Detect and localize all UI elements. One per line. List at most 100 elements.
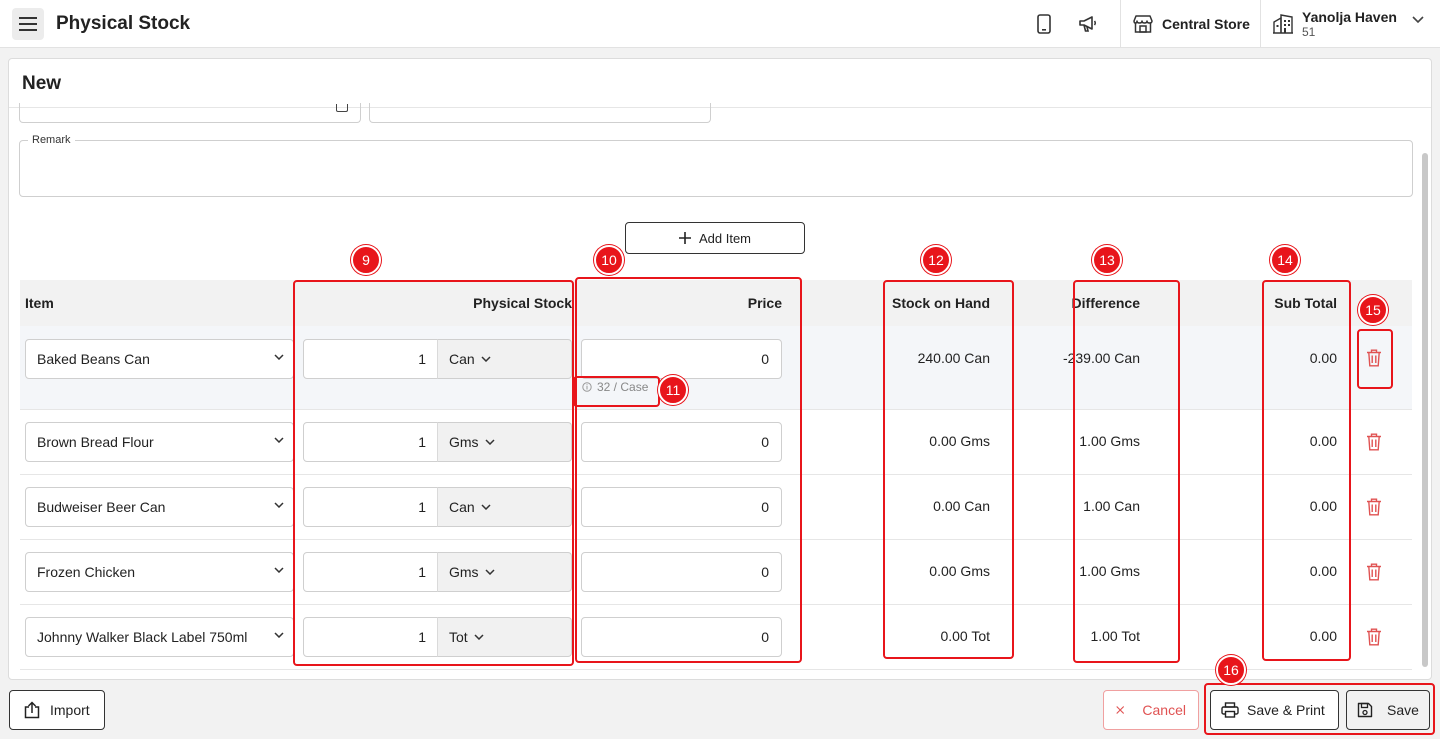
chevron-down-icon — [474, 634, 484, 640]
chevron-down-icon — [274, 567, 284, 573]
save-print-button[interactable]: Save & Print — [1210, 690, 1339, 730]
save-button[interactable]: Save — [1346, 690, 1430, 730]
chevron-down-icon — [485, 569, 495, 575]
item-select[interactable]: Baked Beans Can — [25, 339, 294, 379]
price-input[interactable]: 0 — [581, 617, 782, 657]
info-icon — [582, 382, 592, 392]
cancel-label: Cancel — [1142, 702, 1186, 718]
add-item-button[interactable]: Add Item — [625, 222, 805, 254]
table-row: Budweiser Beer Can 1 Can 0 0.00 Can 1.00… — [20, 475, 1412, 540]
announcement-button[interactable] — [1077, 13, 1099, 35]
table-header: Item Physical Stock Price Stock on Hand … — [20, 280, 1412, 326]
item-select[interactable]: Johnny Walker Black Label 750ml — [25, 617, 294, 657]
column-price: Price — [747, 295, 782, 311]
chevron-down-icon — [274, 632, 284, 638]
property-id: 51 — [1302, 25, 1316, 39]
building-icon — [1273, 14, 1293, 34]
column-physical-stock: Physical Stock — [473, 295, 572, 311]
table-row: Johnny Walker Black Label 750ml 1 Tot 0 … — [20, 605, 1412, 670]
unit-select[interactable]: Can — [437, 339, 572, 379]
property-selector[interactable]: Yanolja Haven 51 — [1272, 8, 1397, 40]
stock-on-hand: 0.00 Can — [933, 498, 990, 514]
unit-select[interactable]: Tot — [437, 617, 572, 657]
category-field[interactable] — [369, 103, 711, 123]
annotation-badge: 14 — [1270, 245, 1300, 275]
price-input[interactable]: 0 — [581, 339, 782, 379]
unit-select[interactable]: Gms — [437, 552, 572, 592]
chevron-down-icon — [274, 502, 284, 508]
remark-label: Remark — [28, 134, 75, 146]
item-name: Frozen Chicken — [37, 564, 136, 580]
store-selector[interactable]: Central Store — [1132, 13, 1250, 35]
annotation-badge: 15 — [1358, 295, 1388, 325]
chevron-down-icon — [481, 356, 491, 362]
form-panel: New Remark Add Item Item Physical Stock … — [8, 58, 1432, 680]
date-field[interactable] — [19, 103, 361, 123]
column-difference: Difference — [1071, 295, 1140, 311]
unit-label: Gms — [449, 564, 479, 580]
quantity-input[interactable]: 1 — [303, 487, 438, 527]
stock-on-hand: 0.00 Tot — [940, 628, 990, 644]
page-title: Physical Stock — [56, 13, 191, 34]
sub-total: 0.00 — [1309, 563, 1337, 579]
price-input[interactable]: 0 — [581, 422, 782, 462]
price-input[interactable]: 0 — [581, 487, 782, 527]
store-name: Central Store — [1162, 16, 1250, 32]
unit-select[interactable]: Can — [437, 487, 572, 527]
difference: -239.00 Can — [1062, 350, 1140, 366]
quantity-input[interactable]: 1 — [303, 552, 438, 592]
trash-icon[interactable] — [1366, 498, 1382, 516]
import-button[interactable]: Import — [9, 690, 105, 730]
item-select[interactable]: Budweiser Beer Can — [25, 487, 294, 527]
item-select[interactable]: Frozen Chicken — [25, 552, 294, 592]
stock-on-hand: 0.00 Gms — [929, 433, 990, 449]
hamburger-menu-button[interactable] — [12, 8, 44, 40]
remark-field[interactable]: Remark — [19, 134, 1413, 197]
quantity-input[interactable]: 1 — [303, 617, 438, 657]
unit-label: Can — [449, 499, 475, 515]
unit-label: Gms — [449, 434, 479, 450]
cancel-button[interactable]: Cancel — [1103, 690, 1199, 730]
chevron-down-icon — [274, 354, 284, 360]
save-print-label: Save & Print — [1247, 702, 1325, 718]
close-icon — [1116, 706, 1125, 714]
stock-on-hand: 240.00 Can — [917, 350, 990, 366]
quantity-input[interactable]: 1 — [303, 422, 438, 462]
column-sub-total: Sub Total — [1274, 295, 1337, 311]
top-bar: Physical Stock Central Store Yanolja Hav… — [0, 0, 1440, 48]
chevron-down-icon — [485, 439, 495, 445]
quantity-input[interactable]: 1 — [303, 339, 438, 379]
scrollbar[interactable] — [1422, 153, 1428, 667]
difference: 1.00 Gms — [1079, 433, 1140, 449]
divider — [1260, 0, 1261, 48]
item-select[interactable]: Brown Bread Flour — [25, 422, 294, 462]
sub-total: 0.00 — [1309, 350, 1337, 366]
difference: 1.00 Can — [1083, 498, 1140, 514]
property-name: Yanolja Haven — [1302, 9, 1397, 25]
chevron-down-icon — [274, 437, 284, 443]
trash-icon[interactable] — [1366, 563, 1382, 581]
stock-on-hand: 0.00 Gms — [929, 563, 990, 579]
unit-label: Tot — [449, 629, 468, 645]
trash-icon[interactable] — [1366, 433, 1382, 451]
trash-icon[interactable] — [1366, 628, 1382, 646]
save-icon — [1357, 702, 1373, 718]
item-name: Baked Beans Can — [37, 351, 150, 367]
column-item: Item — [25, 295, 54, 311]
mobile-button[interactable] — [1033, 13, 1055, 35]
item-name: Brown Bread Flour — [37, 434, 154, 450]
difference: 1.00 Tot — [1090, 628, 1140, 644]
item-name: Johnny Walker Black Label 750ml — [37, 629, 248, 645]
unit-label: Can — [449, 351, 475, 367]
chevron-down-icon[interactable] — [1412, 16, 1424, 24]
sub-total: 0.00 — [1309, 628, 1337, 644]
sub-total: 0.00 — [1309, 433, 1337, 449]
chevron-down-icon — [481, 504, 491, 510]
price-input[interactable]: 0 — [581, 552, 782, 592]
unit-select[interactable]: Gms — [437, 422, 572, 462]
column-stock-on-hand: Stock on Hand — [891, 295, 990, 311]
calendar-icon — [336, 104, 348, 112]
annotation-badge: 12 — [921, 245, 951, 275]
trash-icon[interactable] — [1366, 349, 1382, 367]
import-icon — [24, 701, 40, 719]
